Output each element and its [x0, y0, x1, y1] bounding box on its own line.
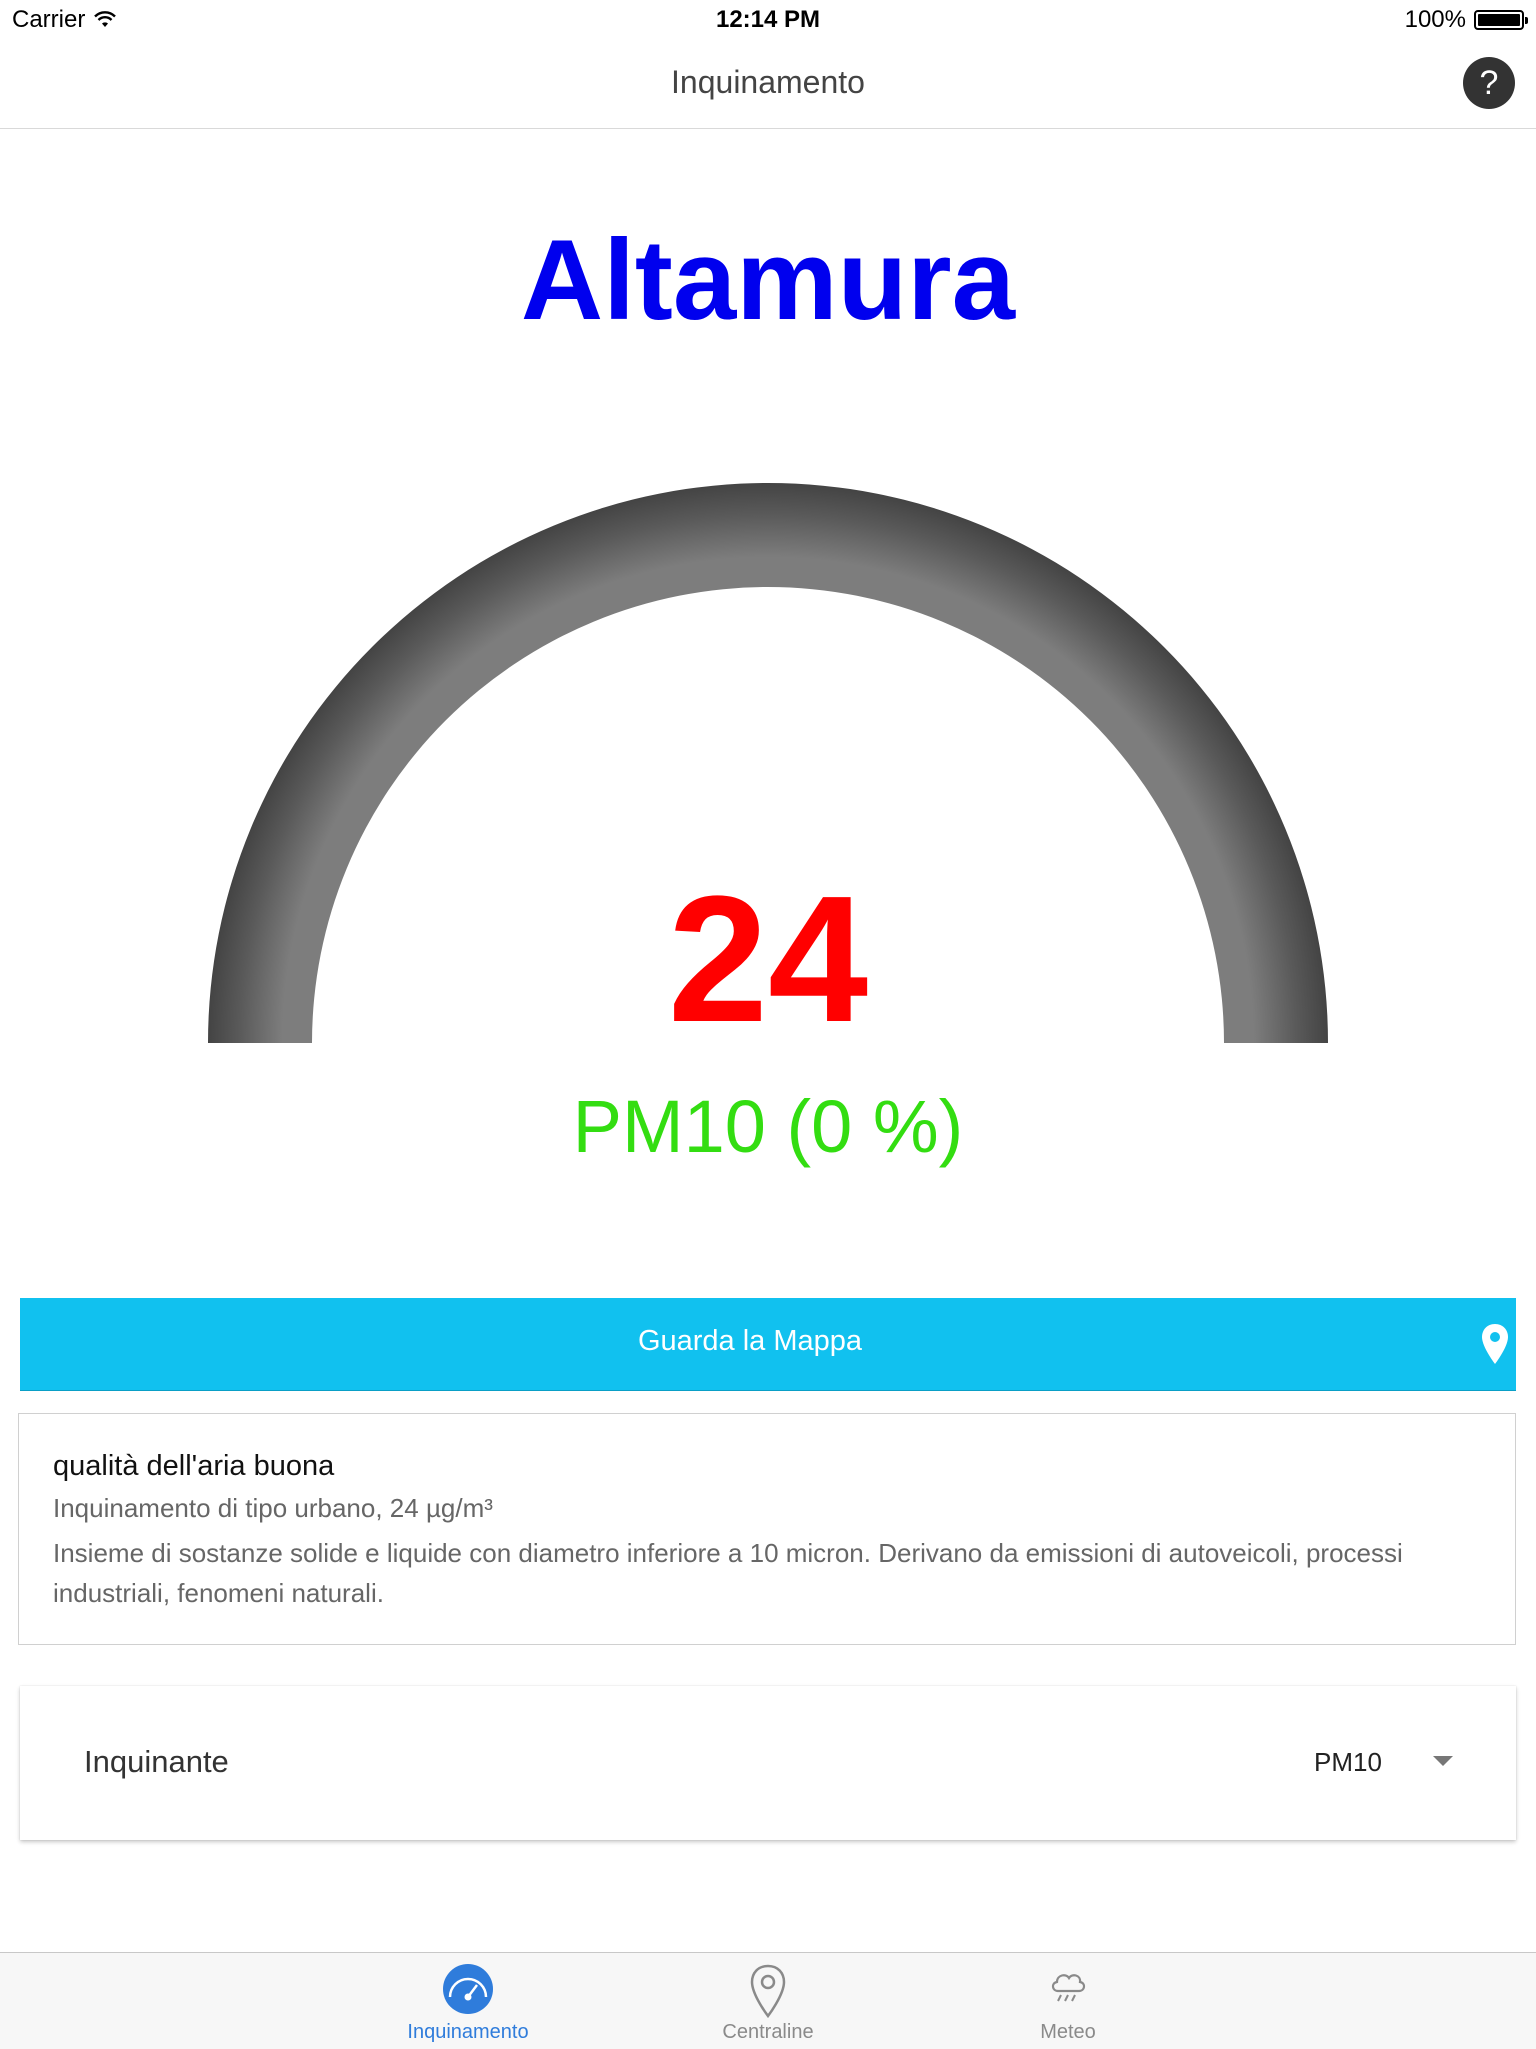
tab-meteo-label: Meteo — [1040, 2021, 1096, 2043]
city-name: Altamura — [520, 217, 1016, 344]
battery-percent: 100% — [1404, 6, 1466, 33]
pollution-type: Inquinamento di tipo urbano, 24 µg/m³ — [53, 1493, 493, 1523]
tab-meteo[interactable]: Meteo — [978, 1953, 1158, 2049]
pollutant-selector-label: Inquinante — [84, 1744, 229, 1779]
page-title: Inquinamento — [671, 64, 865, 100]
tab-inquinamento[interactable]: Inquinamento — [378, 1953, 558, 2049]
pollutant-selector-value[interactable]: PM10 — [1314, 1747, 1382, 1778]
location-pin-icon — [750, 1964, 786, 2019]
pollutant-percentage: PM10 (0 %) — [572, 1085, 964, 1168]
pollution-value: 24 — [667, 859, 869, 1060]
status-right: 100% — [1404, 6, 1528, 34]
tab-inquinamento-label: Inquinamento — [407, 2021, 529, 2043]
location-pin-icon — [1482, 1324, 1508, 1364]
speedometer-icon — [443, 1964, 493, 2014]
status-time: 12:14 PM — [715, 6, 821, 33]
air-quality-card: qualità dell'aria buona Inquinamento di … — [18, 1413, 1516, 1645]
air-quality-title: qualità dell'aria buona — [53, 1450, 335, 1482]
view-map-button[interactable]: Guarda la Mappa — [20, 1298, 1516, 1390]
rain-cloud-icon — [1051, 1974, 1086, 2002]
tab-centraline[interactable]: Centraline — [678, 1953, 858, 2049]
status-bar: Carrier 12:14 PM 100% — [0, 0, 1536, 40]
pollutant-description: Insieme di sostanze solide e liquide con… — [53, 1538, 1403, 1608]
navigation-bar: Inquinamento ? — [0, 40, 1536, 129]
pollutant-selector[interactable]: Inquinante PM10 — [20, 1686, 1516, 1840]
tab-centraline-label: Centraline — [722, 2021, 814, 2043]
view-map-label: Guarda la Mappa — [637, 1325, 863, 1357]
dropdown-arrow-icon[interactable] — [1433, 1756, 1453, 1766]
tab-bar: Inquinamento Centraline Meteo — [0, 1952, 1536, 2049]
battery-icon — [1474, 10, 1528, 30]
help-button[interactable]: ? — [1463, 57, 1515, 109]
